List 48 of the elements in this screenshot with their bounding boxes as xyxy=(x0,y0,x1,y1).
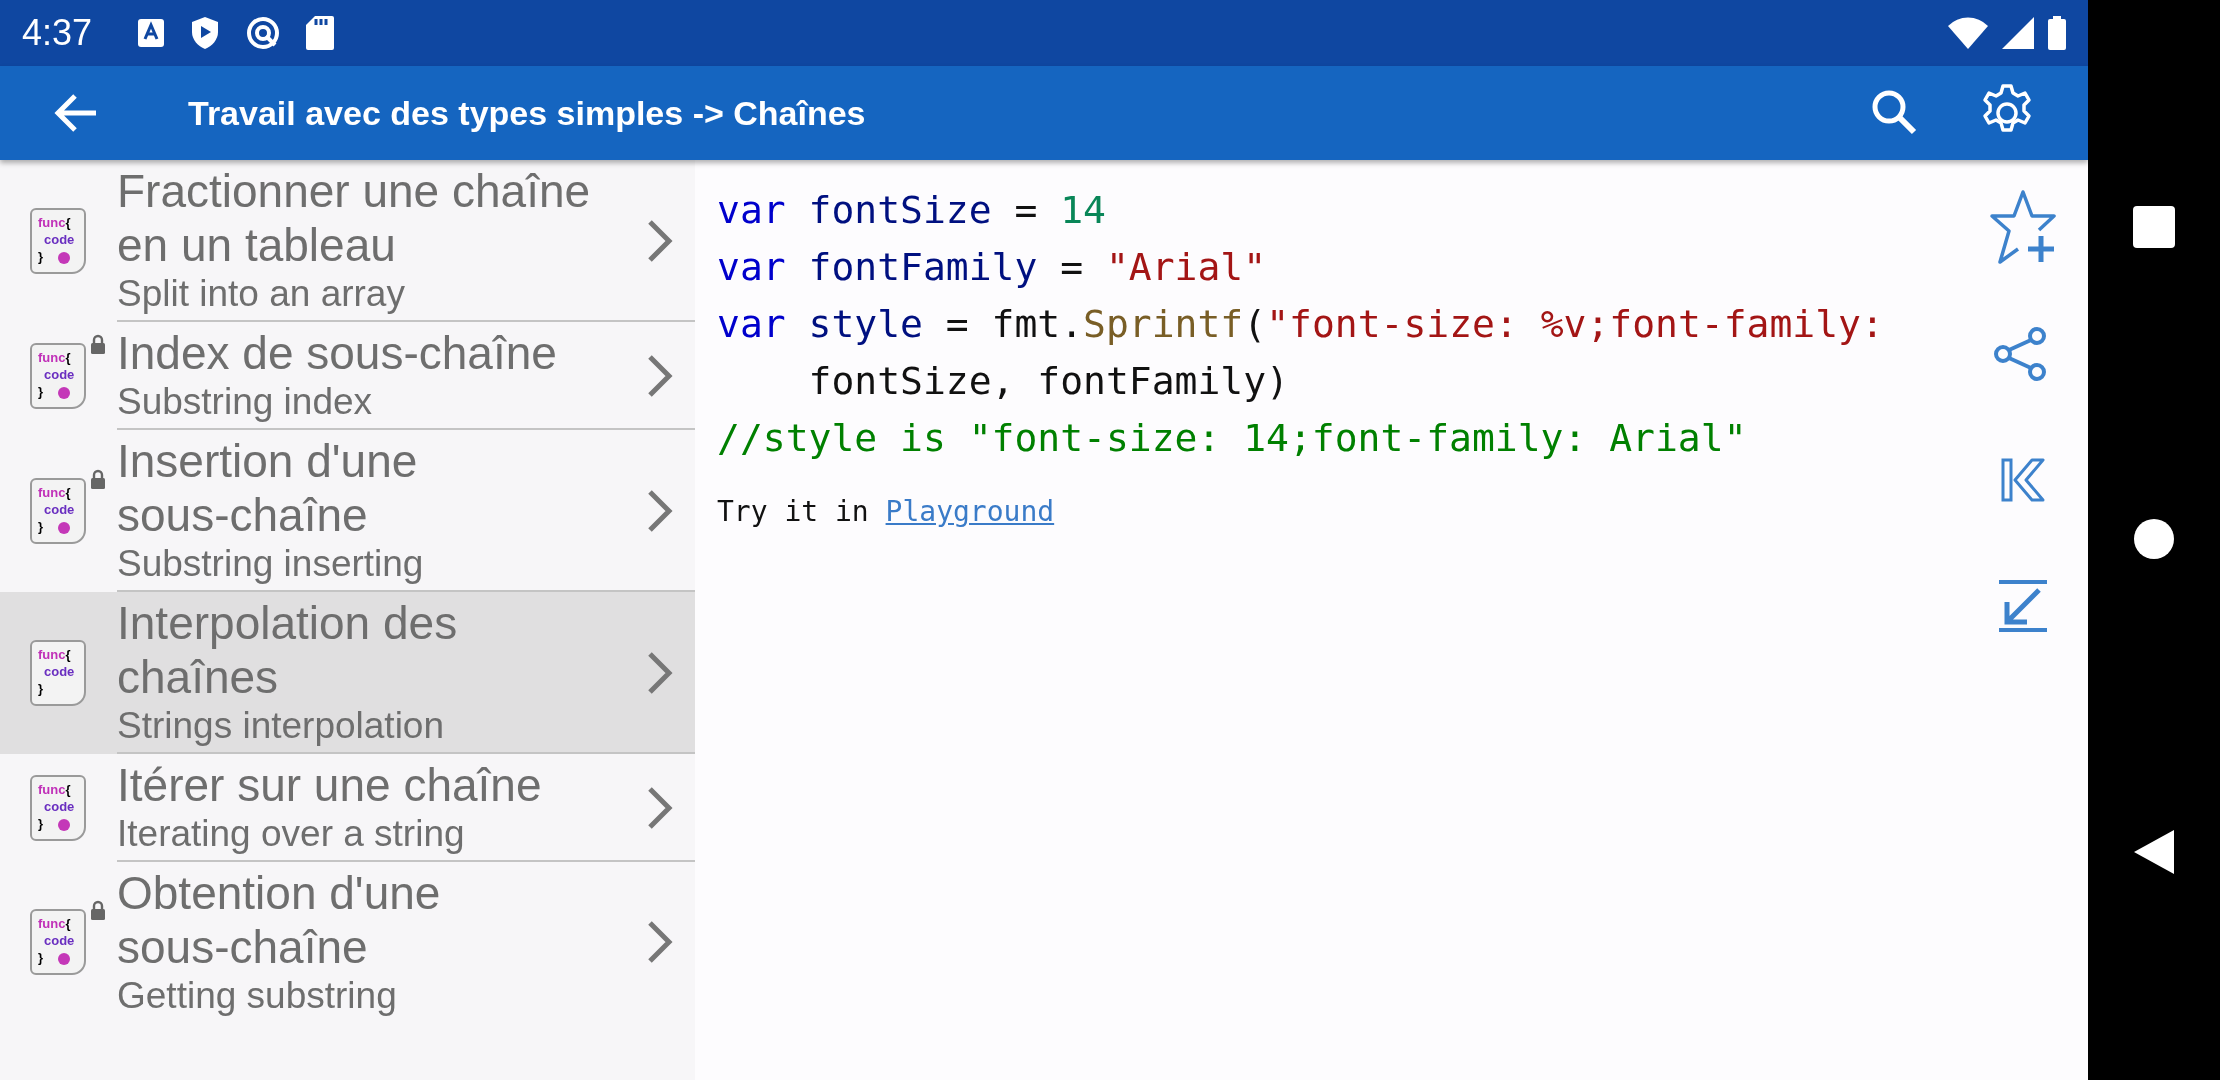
chevron-right-icon xyxy=(647,489,673,533)
item-subtitle: Strings interpolation xyxy=(117,704,446,748)
code-line: var fontSize = 14 xyxy=(717,187,1107,234)
screen-title: Travail avec des types simples -> Chaînes xyxy=(188,93,867,133)
code-file-icon: func{ code } xyxy=(30,478,86,544)
code-line: //style is "font-size: 14;font-family: Arial" xyxy=(717,415,1748,462)
chevron-right-icon xyxy=(647,920,673,964)
recents-button[interactable] xyxy=(2133,205,2175,248)
sd-card-icon xyxy=(306,16,335,50)
try-it-text: Try it in Playground xyxy=(717,495,1056,528)
circle-q-icon xyxy=(246,16,281,50)
back-nav-button[interactable] xyxy=(2134,830,2174,875)
font-notification-icon xyxy=(138,19,165,47)
code-file-icon: func{ code } xyxy=(30,343,86,409)
playground-link[interactable]: Playground xyxy=(885,495,1055,528)
battery-icon xyxy=(2048,16,2066,50)
item-subtitle: Substring index xyxy=(117,380,374,424)
item-title: Itérer sur une chaîne xyxy=(117,758,543,812)
item-subtitle: Iterating over a string xyxy=(117,812,466,856)
home-button[interactable] xyxy=(2134,519,2174,559)
code-file-icon: func{ code } xyxy=(30,640,86,706)
code-file-icon: func{ code } xyxy=(30,775,86,841)
item-subtitle: Substring inserting xyxy=(117,542,425,586)
code-line: var fontFamily = "Arial" xyxy=(717,244,1268,291)
code-file-icon: func{ code } xyxy=(30,208,86,274)
chevron-right-icon xyxy=(647,651,673,695)
item-title: Index de sous-chaîne xyxy=(117,326,558,380)
item-title: Interpolation des chaînes xyxy=(117,596,459,704)
code-file-icon: func{ code } xyxy=(30,909,86,975)
list-item[interactable]: func{ code } Itérer sur une chaîne Iterating over a string xyxy=(0,754,695,862)
item-subtitle: Getting substring xyxy=(117,974,398,1018)
list-item[interactable]: func{ code } Obtention d'une sous-chaîne Getting substring xyxy=(0,862,695,1022)
code-line: var style = fmt.Sprintf("font-size: %v;font-family: xyxy=(717,301,1885,348)
code-line: fontSize, fontFamily) xyxy=(807,358,1290,405)
item-title: Fractionner une chaîne en un tableau xyxy=(117,164,592,272)
signal-icon xyxy=(2002,17,2034,49)
chevron-right-icon xyxy=(647,219,673,263)
chevron-right-icon xyxy=(647,354,673,398)
item-subtitle: Split into an array xyxy=(117,272,406,316)
shield-play-icon xyxy=(190,16,221,50)
item-title: Obtention d'une sous-chaîne xyxy=(117,866,442,974)
chevron-right-icon xyxy=(647,786,673,830)
wifi-icon xyxy=(1948,17,1988,49)
list-item[interactable]: func{ code } Index de sous-chaîne Substring index xyxy=(0,322,695,430)
status-time: 4:37 xyxy=(22,12,93,54)
item-title: Insertion d'une sous-chaîne xyxy=(117,434,419,542)
list-item[interactable]: func{ code } Interpolation des chaînes Strings interpolation xyxy=(0,592,695,754)
list-item[interactable]: func{ code } Fractionner une chaîne en un tableau Split into an array xyxy=(0,160,695,322)
